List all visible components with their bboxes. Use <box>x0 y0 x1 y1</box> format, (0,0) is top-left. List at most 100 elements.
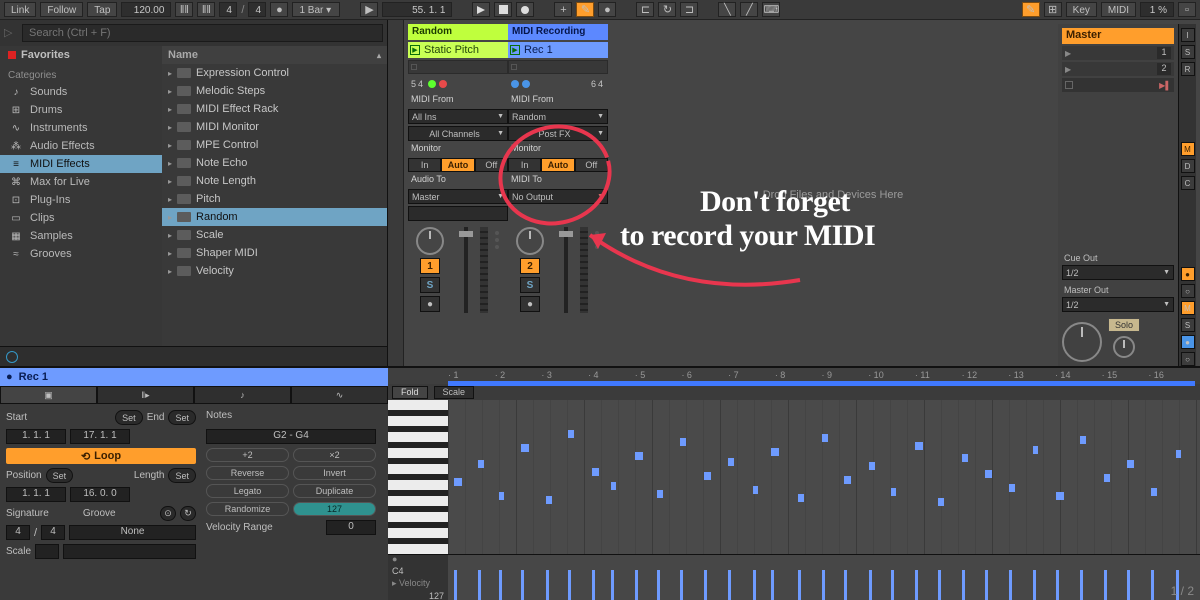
midi-from-dropdown[interactable]: All Ins▼ <box>408 109 508 124</box>
send-knobs[interactable] <box>592 227 602 313</box>
io-toggle-icon[interactable]: I <box>1181 28 1195 42</box>
midi-note[interactable] <box>1056 492 1064 500</box>
velocity-bar[interactable] <box>657 570 660 600</box>
scene-row[interactable]: ▶2 <box>1062 62 1174 76</box>
velocity-bar[interactable] <box>499 570 502 600</box>
master-pan-knob[interactable] <box>1062 322 1102 362</box>
follow-playback-icon[interactable]: ▶ <box>360 2 378 17</box>
quantize-menu[interactable]: 1 Bar ▾ <box>292 2 340 17</box>
scale-root[interactable] <box>35 544 59 559</box>
category-item-samples[interactable]: ▦Samples <box>0 227 162 245</box>
midi-note[interactable] <box>753 486 758 494</box>
velocity-bar[interactable] <box>546 570 549 600</box>
velocity-bar[interactable] <box>753 570 756 600</box>
m-section-icon[interactable]: M <box>1181 301 1195 315</box>
clip-play-icon[interactable]: ▶ <box>410 45 420 55</box>
browser-item-mpe-control[interactable]: ▸MPE Control <box>162 136 387 154</box>
set-end-button[interactable]: Set <box>168 410 196 425</box>
midi-note[interactable] <box>478 460 484 468</box>
randomize-value[interactable]: 127 <box>293 502 376 516</box>
reverse-button[interactable]: Reverse <box>206 466 289 480</box>
cue-volume-knob[interactable] <box>1113 336 1135 358</box>
cue-out-dropdown[interactable]: 1/2▼ <box>1062 265 1174 280</box>
velocity-bar[interactable] <box>611 570 614 600</box>
pan-knob[interactable] <box>516 227 544 255</box>
randomize-button[interactable]: Randomize <box>206 502 289 516</box>
solo-button[interactable]: S <box>420 277 440 293</box>
midi-note[interactable] <box>1127 460 1134 468</box>
velocity-bar[interactable] <box>1127 570 1130 600</box>
clip-slot[interactable] <box>408 60 508 74</box>
category-item-grooves[interactable]: ≈Grooves <box>0 245 162 263</box>
volume-fader[interactable] <box>564 227 568 313</box>
track-header[interactable]: Random <box>408 24 508 40</box>
browser-item-pitch[interactable]: ▸Pitch <box>162 190 387 208</box>
clip-tab-notes[interactable]: ‖▸ <box>97 386 194 404</box>
clip-rec-1[interactable]: ▶ Rec 1 <box>508 42 608 58</box>
volume-fader[interactable] <box>464 227 468 313</box>
metronome-icon[interactable]: ● <box>270 2 288 17</box>
overdub-plus-icon[interactable]: + <box>554 2 572 17</box>
scene-row[interactable]: ▶1 <box>1062 46 1174 60</box>
velocity-bar[interactable] <box>891 570 894 600</box>
midi-note[interactable] <box>962 454 968 462</box>
sends-toggle-icon[interactable]: S <box>1181 45 1195 59</box>
browser-item-expression-control[interactable]: ▸Expression Control <box>162 64 387 82</box>
browser-item-shaper-midi[interactable]: ▸Shaper MIDI <box>162 244 387 262</box>
set-length-button[interactable]: Set <box>168 468 196 483</box>
midi-note[interactable] <box>728 458 734 466</box>
master-out-dropdown[interactable]: 1/2▼ <box>1062 297 1174 312</box>
track-activator[interactable]: 1 <box>420 258 440 274</box>
sig-den[interactable]: 4 <box>41 525 65 540</box>
category-item-plug-ins[interactable]: ⊡Plug-Ins <box>0 191 162 209</box>
midi-channel-dropdown[interactable]: Post FX▼ <box>508 126 608 141</box>
groove-value[interactable]: None <box>69 525 196 540</box>
audio-to-dropdown[interactable]: Master▼ <box>408 189 508 204</box>
link-button[interactable]: Link <box>4 2 36 17</box>
velocity-bar[interactable] <box>478 570 481 600</box>
keyboard-icon[interactable]: ⌨ <box>762 2 780 17</box>
clip-end-value[interactable]: 17. 1. 1 <box>70 429 130 444</box>
monitor-buttons[interactable]: InAutoOff <box>408 158 508 172</box>
session-record-icon[interactable]: ● <box>598 2 616 17</box>
category-item-audio-effects[interactable]: ⁂Audio Effects <box>0 137 162 155</box>
clip-slot[interactable] <box>508 60 608 74</box>
track-header[interactable]: MIDI Recording <box>508 24 608 40</box>
name-column-header[interactable]: Name▴ <box>162 46 387 64</box>
category-item-instruments[interactable]: ∿Instruments <box>0 119 162 137</box>
midi-note[interactable] <box>680 438 686 446</box>
velocity-bar[interactable] <box>454 570 457 600</box>
tempo-field[interactable]: 120.00 <box>121 2 171 17</box>
stop-icon[interactable] <box>494 2 512 17</box>
timesig-denominator[interactable]: 4 <box>248 2 266 17</box>
midi-note[interactable] <box>1104 474 1110 482</box>
tap-button[interactable]: Tap <box>87 2 117 17</box>
velocity-bar[interactable] <box>915 570 918 600</box>
velocity-bar[interactable] <box>985 570 988 600</box>
returns-toggle-icon[interactable]: R <box>1181 62 1195 76</box>
midi-note[interactable] <box>1009 484 1015 492</box>
clip-title-bar[interactable]: ●Rec 1 <box>0 368 388 386</box>
browser-item-scale[interactable]: ▸Scale <box>162 226 387 244</box>
browser-preview-icon[interactable]: ▷ <box>4 26 18 40</box>
duplicate-button[interactable]: Duplicate <box>293 484 376 498</box>
midi-note[interactable] <box>635 452 643 460</box>
category-item-max-for-live[interactable]: ⌘Max for Live <box>0 173 162 191</box>
punch-in-icon[interactable]: ⊐ <box>680 2 698 17</box>
browser-item-midi-monitor[interactable]: ▸MIDI Monitor <box>162 118 387 136</box>
transpose-plus2[interactable]: +2 <box>206 448 289 462</box>
clip-tab-envelopes[interactable]: ♪ <box>194 386 291 404</box>
scale-button[interactable]: Scale <box>434 386 475 399</box>
crossfade-toggle-icon[interactable]: C <box>1181 176 1195 190</box>
browser-item-melodic-steps[interactable]: ▸Melodic Steps <box>162 82 387 100</box>
velocity-bar[interactable] <box>568 570 571 600</box>
midi-note[interactable] <box>822 434 828 442</box>
pan-knob[interactable] <box>416 227 444 255</box>
timesig-numerator[interactable]: 4 <box>219 2 237 17</box>
midi-note[interactable] <box>568 430 574 438</box>
set-start-button[interactable]: Set <box>115 410 143 425</box>
search-input[interactable] <box>22 24 383 42</box>
velocity-bar[interactable] <box>771 570 774 600</box>
midi-from-dropdown[interactable]: Random▼ <box>508 109 608 124</box>
category-item-midi-effects[interactable]: ≡MIDI Effects <box>0 155 162 173</box>
